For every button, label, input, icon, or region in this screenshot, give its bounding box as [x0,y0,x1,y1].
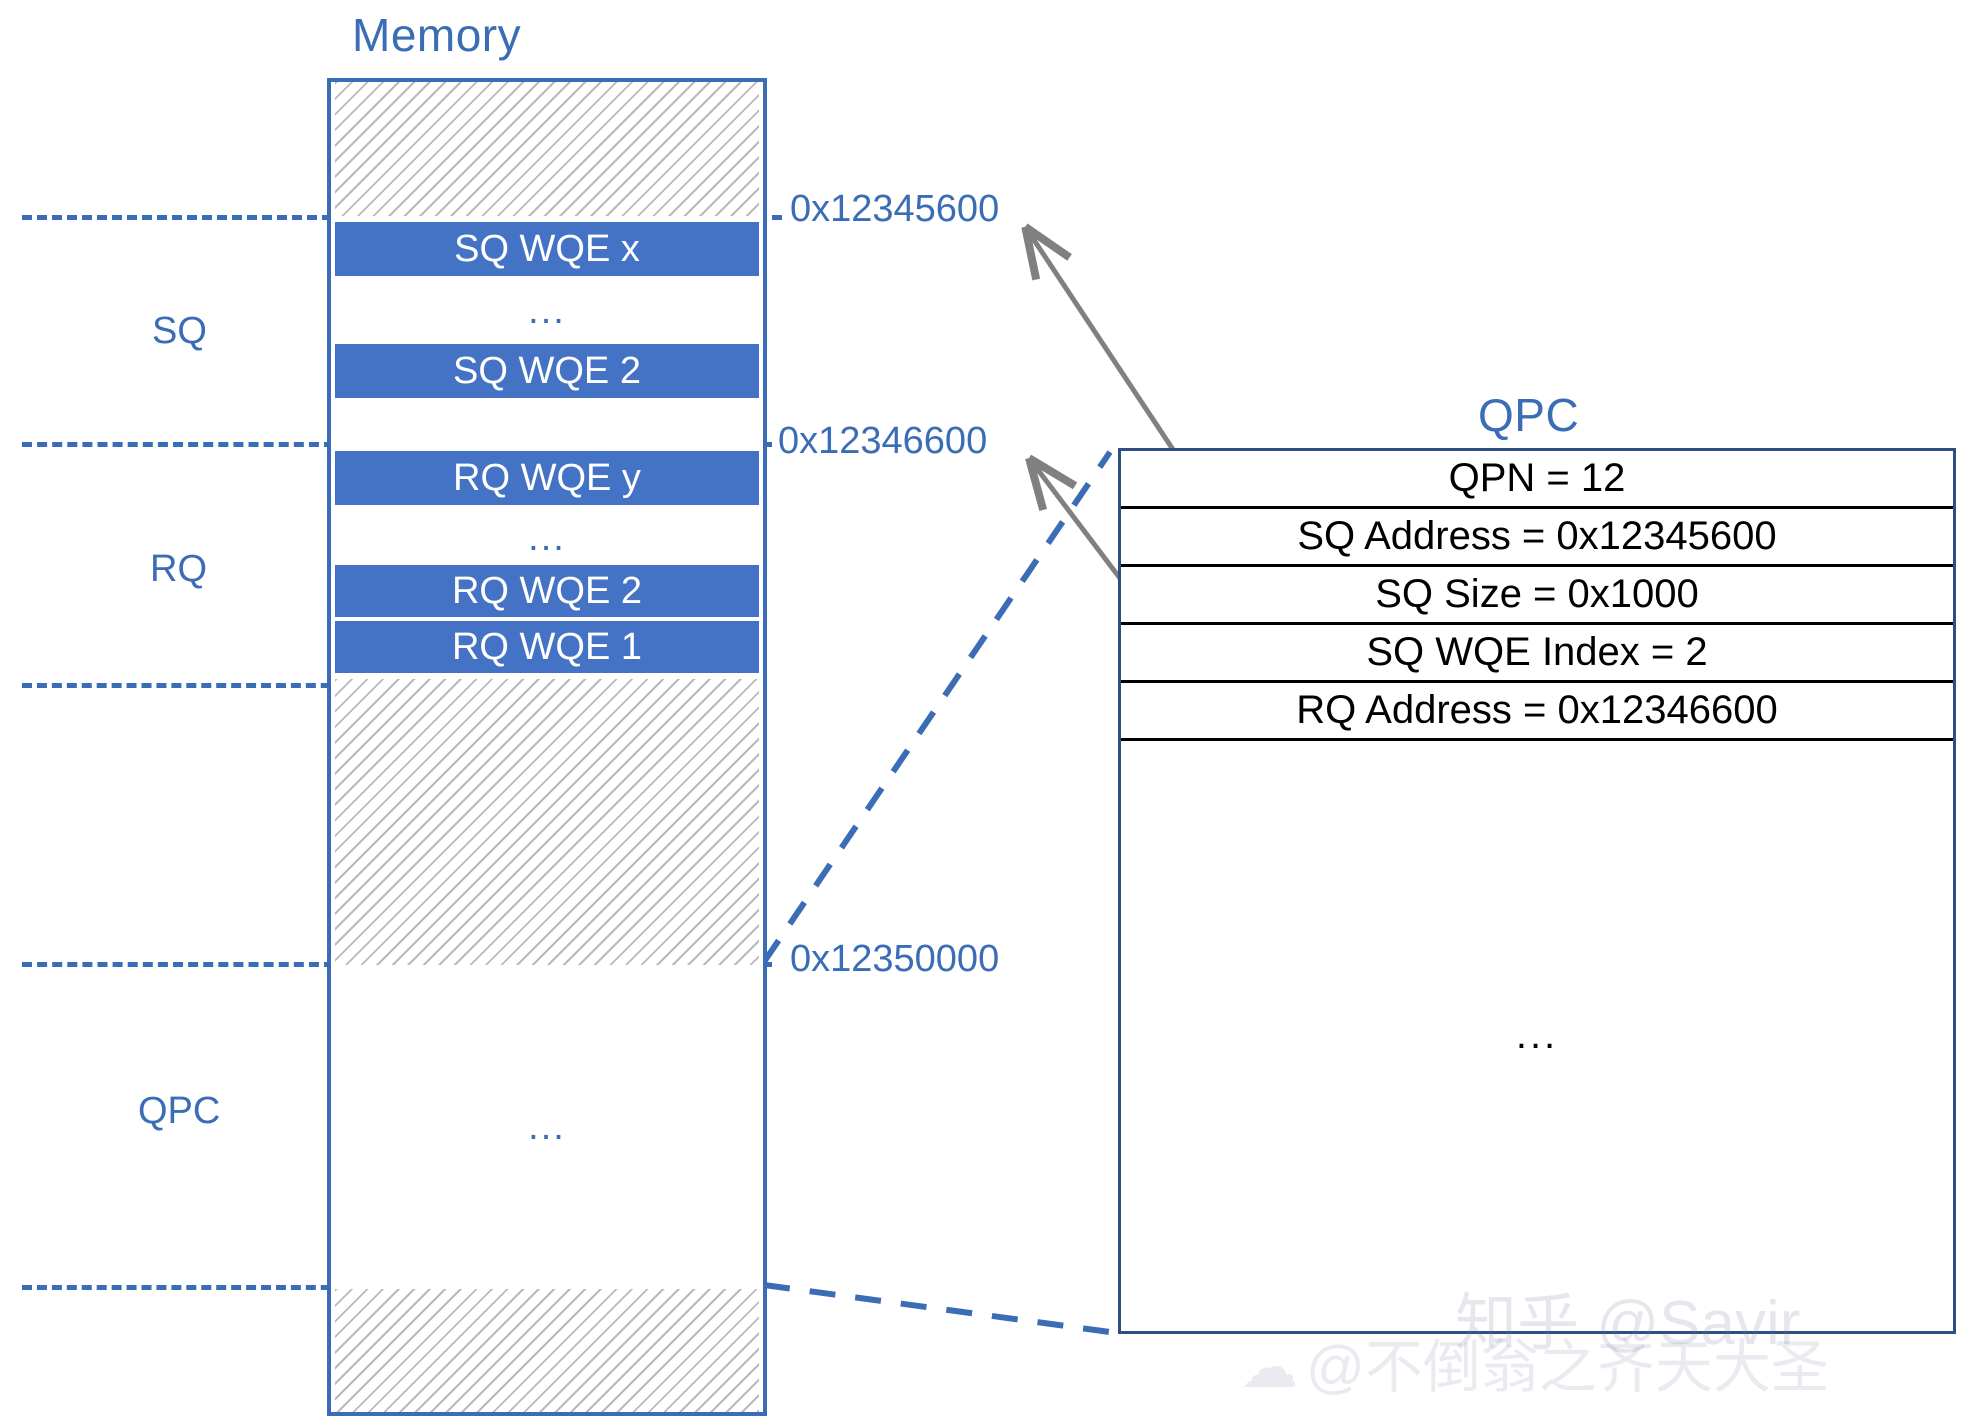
address-label-qpc-start: 0x12350000 [790,938,1000,980]
memory-block-label: RQ WQE y [453,456,641,499]
qpc-body-text: ... [1515,1012,1559,1057]
memory-block-bottom-unused [335,1289,759,1412]
memory-column: SQ WQE x ... SQ WQE 2 RQ WQE y ... RQ WQ… [327,78,767,1416]
region-label-rq: RQ [150,548,207,590]
memory-block-qpc-region: ... [335,965,759,1289]
qpc-row-qpn: QPN = 12 [1121,451,1953,509]
memory-block-label: ... [528,1105,566,1148]
memory-block-label: SQ WQE x [454,227,640,270]
memory-block-sq-wqe-x: SQ WQE x [335,222,759,276]
memory-block-rq-wqe-y: RQ WQE y [335,451,759,505]
qpc-body-ellipsis: ... [1121,741,1953,1329]
address-label-rq-start: 0x12346600 [778,420,988,462]
qpc-row-sq-wqe-index: SQ WQE Index = 2 [1121,625,1953,683]
memory-block-rq-ellipsis: ... [335,509,759,567]
address-label-sq-start: 0x12345600 [790,188,1000,230]
qpc-row-text: RQ Address = 0x12346600 [1296,688,1778,732]
qpc-row-sq-address: SQ Address = 0x12345600 [1121,509,1953,567]
diagram-canvas: Memory QPC 0x12345600 0x12346600 0x12350… [0,0,1981,1418]
qpc-row-text: SQ Size = 0x1000 [1375,572,1699,616]
memory-block-label: RQ WQE 1 [451,625,643,668]
memory-block-sq-gap [335,398,759,448]
qpc-row-sq-size: SQ Size = 0x1000 [1121,567,1953,625]
qpc-table: QPN = 12 SQ Address = 0x12345600 SQ Size… [1118,448,1956,1334]
memory-block-label: RQ WQE 2 [451,569,643,612]
memory-block-top-unused [335,82,759,216]
memory-block-sq-ellipsis: ... [335,280,759,342]
memory-block-label: ... [528,289,566,332]
qpc-row-rq-address: RQ Address = 0x12346600 [1121,683,1953,741]
region-label-sq: SQ [152,310,207,352]
qpc-row-text: SQ WQE Index = 2 [1366,630,1708,674]
memory-block-mid-unused [335,679,759,965]
memory-block-label: SQ WQE 2 [453,349,641,392]
qpc-row-text: QPN = 12 [1448,456,1626,500]
region-label-qpc: QPC [138,1090,221,1132]
qpc-row-text: SQ Address = 0x12345600 [1297,514,1777,558]
memory-block-sq-wqe-2: SQ WQE 2 [335,344,759,398]
memory-block-rq-wqe-1: RQ WQE 1 [335,621,759,673]
memory-block-rq-wqe-2: RQ WQE 2 [335,565,759,617]
memory-block-label: ... [528,516,566,559]
